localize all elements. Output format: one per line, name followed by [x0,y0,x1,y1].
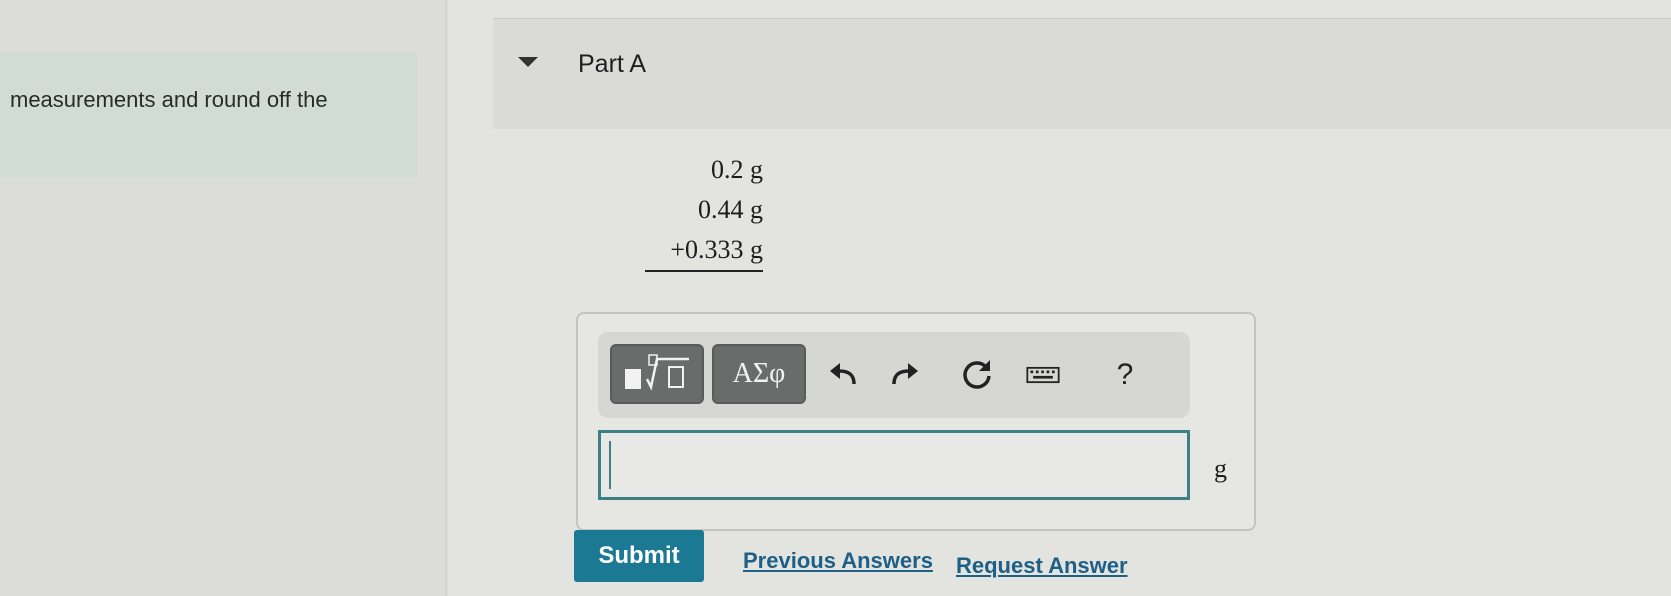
templates-button[interactable] [610,344,704,404]
addition-expression: 0.2 g 0.44 g +0.333 g [568,150,763,272]
intro-box: measurements and round off the [0,52,418,177]
symbols-button[interactable]: ΑΣφ [712,344,806,404]
submit-button[interactable]: Submit [574,530,704,582]
reset-icon[interactable] [960,358,994,392]
help-button[interactable]: ? [1108,358,1142,392]
expression-line: 0.44 g [698,195,763,224]
intro-text: measurements and round off the [10,87,328,112]
unit-label: g [1214,454,1227,483]
expression-line: +0.333 g [670,235,763,264]
caret-down-icon[interactable] [518,57,538,67]
expression-line: 0.2 g [711,155,763,184]
left-panel: measurements and round off the [0,0,446,596]
part-title[interactable]: Part A [578,50,646,79]
part-header[interactable] [493,18,1671,129]
text-caret [609,441,611,489]
sum-rule [645,270,763,272]
answer-input[interactable] [598,430,1190,500]
templates-icon [625,354,689,391]
answer-box: ΑΣφ ? g [576,312,1256,531]
request-answer-link[interactable]: Request Answer [956,553,1128,579]
undo-icon[interactable] [826,358,860,392]
math-toolbar: ΑΣφ ? [598,332,1190,418]
content-panel: Part A 0.2 g 0.44 g +0.333 g ΑΣφ ? g Sub… [448,0,1671,596]
keyboard-icon[interactable] [1026,358,1060,392]
previous-answers-link[interactable]: Previous Answers [743,548,933,574]
redo-icon[interactable] [888,358,922,392]
